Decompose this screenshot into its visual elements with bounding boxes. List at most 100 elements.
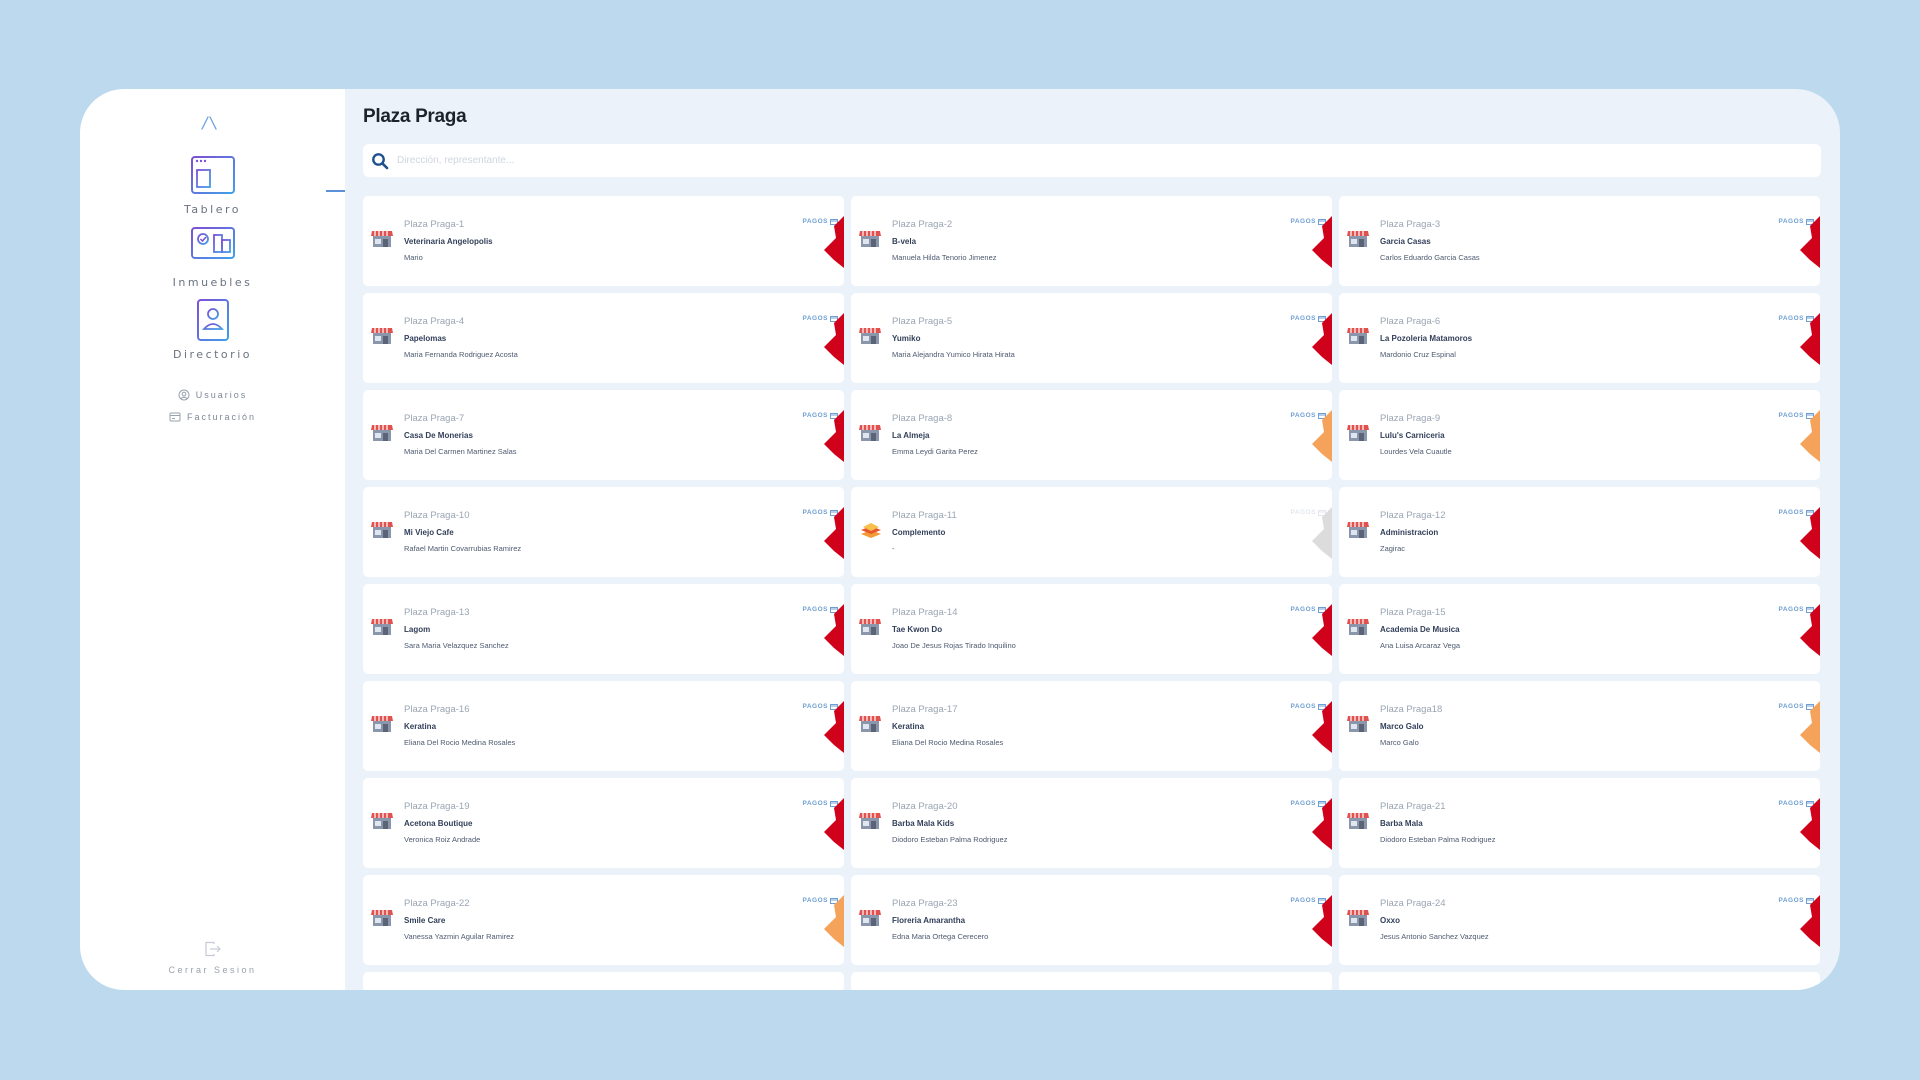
business-name: La Pozoleria Matamoros bbox=[1380, 334, 1473, 343]
payment-status-flag-icon bbox=[824, 410, 844, 462]
app-window: Tablero Inmuebles Directorio Usuarios Fa… bbox=[80, 89, 1840, 990]
logout-label: Cerrar Sesion bbox=[168, 965, 257, 975]
logout-icon bbox=[204, 941, 221, 957]
storefront-icon bbox=[371, 231, 393, 247]
search-icon[interactable] bbox=[371, 152, 389, 170]
payment-status-flag-icon bbox=[1312, 701, 1332, 753]
plaza-unit-card[interactable]: Plaza Praga-21 Barba Mala Diodoro Esteban … bbox=[1339, 778, 1820, 868]
sidebar-item-label: Directorio bbox=[173, 348, 252, 361]
representative-name: Maria Fernanda Rodriguez Acosta bbox=[404, 350, 518, 359]
unit-code: Plaza Praga-5 bbox=[892, 316, 953, 327]
payment-status-flag-icon bbox=[1312, 604, 1332, 656]
payment-status-flag-icon bbox=[824, 701, 844, 753]
business-name: Administracion bbox=[1380, 528, 1439, 537]
business-name: Lagom bbox=[404, 625, 431, 634]
business-name: Smile Care bbox=[404, 916, 446, 925]
plaza-unit-card[interactable]: Plaza Praga-17 Keratina Eliana Del Rocio M… bbox=[851, 681, 1332, 771]
representative-name: Rafael Martin Covarrubias Ramirez bbox=[404, 544, 522, 553]
unit-code: Plaza Praga-8 bbox=[892, 413, 953, 424]
properties-icon bbox=[190, 227, 235, 268]
payment-status-flag-icon bbox=[1800, 507, 1820, 559]
payment-status-flag-icon bbox=[1800, 410, 1820, 462]
plaza-unit-card-partial[interactable] bbox=[363, 972, 844, 990]
plaza-unit-card[interactable]: Plaza Praga18 Marco Galo Marco Galo PAGOS bbox=[1339, 681, 1820, 771]
sidebar-item-directorio[interactable]: Directorio bbox=[80, 298, 345, 361]
plaza-unit-card[interactable]: Plaza Praga-10 Mi Viejo Cafe Rafael Martin… bbox=[363, 487, 844, 577]
representative-name: Maria Del Carmen Martinez Salas bbox=[404, 447, 517, 456]
representative-name: Sara Maria Velazquez Sanchez bbox=[404, 641, 509, 650]
unit-code: Plaza Praga-22 bbox=[404, 898, 470, 909]
storefront-icon bbox=[859, 231, 881, 247]
plaza-unit-card[interactable]: Plaza Praga-7 Casa De Monerias Maria Del C… bbox=[363, 390, 844, 480]
plaza-unit-card[interactable]: Plaza Praga-19 Acetona Boutique Veronica R… bbox=[363, 778, 844, 868]
unit-code: Plaza Praga-21 bbox=[1380, 801, 1446, 812]
plaza-unit-card[interactable]: Plaza Praga-16 Keratina Eliana Del Rocio M… bbox=[363, 681, 844, 771]
storefront-icon bbox=[371, 328, 393, 344]
page-title: Plaza Praga bbox=[363, 106, 467, 127]
storefront-icon bbox=[1347, 328, 1369, 344]
sidebar-item-label: Facturación bbox=[186, 412, 257, 422]
sidebar-item-usuarios[interactable]: Usuarios bbox=[80, 389, 345, 401]
representative-name: Eliana Del Rocio Medina Rosales bbox=[404, 738, 516, 747]
plaza-units-grid: Plaza Praga-1 Veterinaria Angelopolis Mari… bbox=[363, 196, 1821, 990]
unit-code: Plaza Praga-13 bbox=[404, 607, 470, 618]
storefront-icon bbox=[1347, 522, 1369, 538]
plaza-unit-card[interactable]: Plaza Praga-12 Administracion Zagirac PAGOS bbox=[1339, 487, 1820, 577]
storefront-icon bbox=[371, 522, 393, 538]
storefront-icon bbox=[1347, 716, 1369, 732]
sidebar-item-facturacion[interactable]: Facturación bbox=[80, 412, 345, 422]
plaza-unit-card[interactable]: Plaza Praga-15 Academia De Musica Ana Luis… bbox=[1339, 584, 1820, 674]
storefront-icon bbox=[859, 328, 881, 344]
storefront-icon bbox=[859, 813, 881, 829]
storefront-icon bbox=[1347, 619, 1369, 635]
business-name: B-vela bbox=[892, 237, 917, 246]
plaza-unit-card[interactable]: Plaza Praga-3 Garcia Casas Carlos Eduardo … bbox=[1339, 196, 1820, 286]
plaza-unit-card[interactable]: Plaza Praga-5 Yumiko Maria Alejandra Yumic… bbox=[851, 293, 1332, 383]
payment-status-flag-icon bbox=[824, 313, 844, 365]
representative-name: Ana Luisa Arcaraz Vega bbox=[1380, 641, 1461, 650]
business-name: Keratina bbox=[404, 722, 437, 731]
payment-status-flag-icon bbox=[824, 604, 844, 656]
storefront-icon bbox=[859, 716, 881, 732]
plaza-unit-card[interactable]: Plaza Praga-13 Lagom Sara Maria Velazquez … bbox=[363, 584, 844, 674]
logout-button[interactable]: Cerrar Sesion bbox=[80, 941, 345, 975]
payment-status-flag-icon bbox=[1800, 313, 1820, 365]
plaza-unit-card[interactable]: Plaza Praga-14 Tae Kwon Do Joao De Jesus R… bbox=[851, 584, 1332, 674]
unit-code: Plaza Praga-12 bbox=[1380, 510, 1446, 521]
plaza-unit-card[interactable]: Plaza Praga-23 Floreria Amarantha Edna Mar… bbox=[851, 875, 1332, 965]
unit-code: Plaza Praga-6 bbox=[1380, 316, 1441, 327]
sidebar-item-inmuebles[interactable]: Inmuebles bbox=[80, 226, 345, 289]
plaza-unit-card[interactable]: Plaza Praga-6 La Pozoleria Matamoros Mardo… bbox=[1339, 293, 1820, 383]
unit-code: Plaza Praga-23 bbox=[892, 898, 958, 909]
representative-name: Mario bbox=[404, 253, 423, 262]
business-name: Mi Viejo Cafe bbox=[404, 528, 454, 537]
business-name: Papelomas bbox=[404, 334, 447, 343]
search-input[interactable] bbox=[397, 155, 1777, 166]
business-name: Tae Kwon Do bbox=[892, 625, 943, 634]
plaza-unit-card[interactable]: Plaza Praga-20 Barba Mala Kids Diodoro Est… bbox=[851, 778, 1332, 868]
plaza-unit-card[interactable]: Plaza Praga-11 Complemento - PAGOS bbox=[851, 487, 1332, 577]
business-name: Lulu's Carniceria bbox=[1380, 431, 1445, 440]
unit-code: Plaza Praga-14 bbox=[892, 607, 958, 618]
sidebar-item-tablero[interactable]: Tablero bbox=[80, 155, 345, 216]
unit-code: Plaza Praga-24 bbox=[1380, 898, 1446, 909]
plaza-unit-card[interactable]: Plaza Praga-24 Oxxo Jesus Antonio Sanchez … bbox=[1339, 875, 1820, 965]
business-name: Oxxo bbox=[1380, 916, 1401, 925]
plaza-unit-card[interactable]: Plaza Praga-9 Lulu's Carniceria Lourdes Ve… bbox=[1339, 390, 1820, 480]
unit-code: Plaza Praga-10 bbox=[404, 510, 470, 521]
plaza-unit-card[interactable]: Plaza Praga-8 La Almeja Emma Leydi Garita … bbox=[851, 390, 1332, 480]
storefront-icon bbox=[859, 425, 881, 441]
plaza-unit-card-partial[interactable] bbox=[1339, 972, 1820, 990]
unit-code: Plaza Praga-2 bbox=[892, 219, 953, 230]
unit-code: Plaza Praga-20 bbox=[892, 801, 958, 812]
plaza-unit-card[interactable]: Plaza Praga-4 Papelomas Maria Fernanda Rod… bbox=[363, 293, 844, 383]
payment-status-flag-icon bbox=[824, 798, 844, 850]
plaza-unit-card[interactable]: Plaza Praga-22 Smile Care Vanessa Yazmin A… bbox=[363, 875, 844, 965]
payment-status-flag-icon bbox=[1312, 507, 1332, 559]
plaza-unit-card[interactable]: Plaza Praga-2 B-vela Manuela Hilda Tenorio… bbox=[851, 196, 1332, 286]
plaza-unit-card-partial[interactable] bbox=[851, 972, 1332, 990]
plaza-unit-card[interactable]: Plaza Praga-1 Veterinaria Angelopolis Mari… bbox=[363, 196, 844, 286]
sidebar-item-label: Inmuebles bbox=[172, 276, 253, 289]
unit-code: Plaza Praga-19 bbox=[404, 801, 470, 812]
representative-name: Marco Galo bbox=[1380, 738, 1419, 747]
